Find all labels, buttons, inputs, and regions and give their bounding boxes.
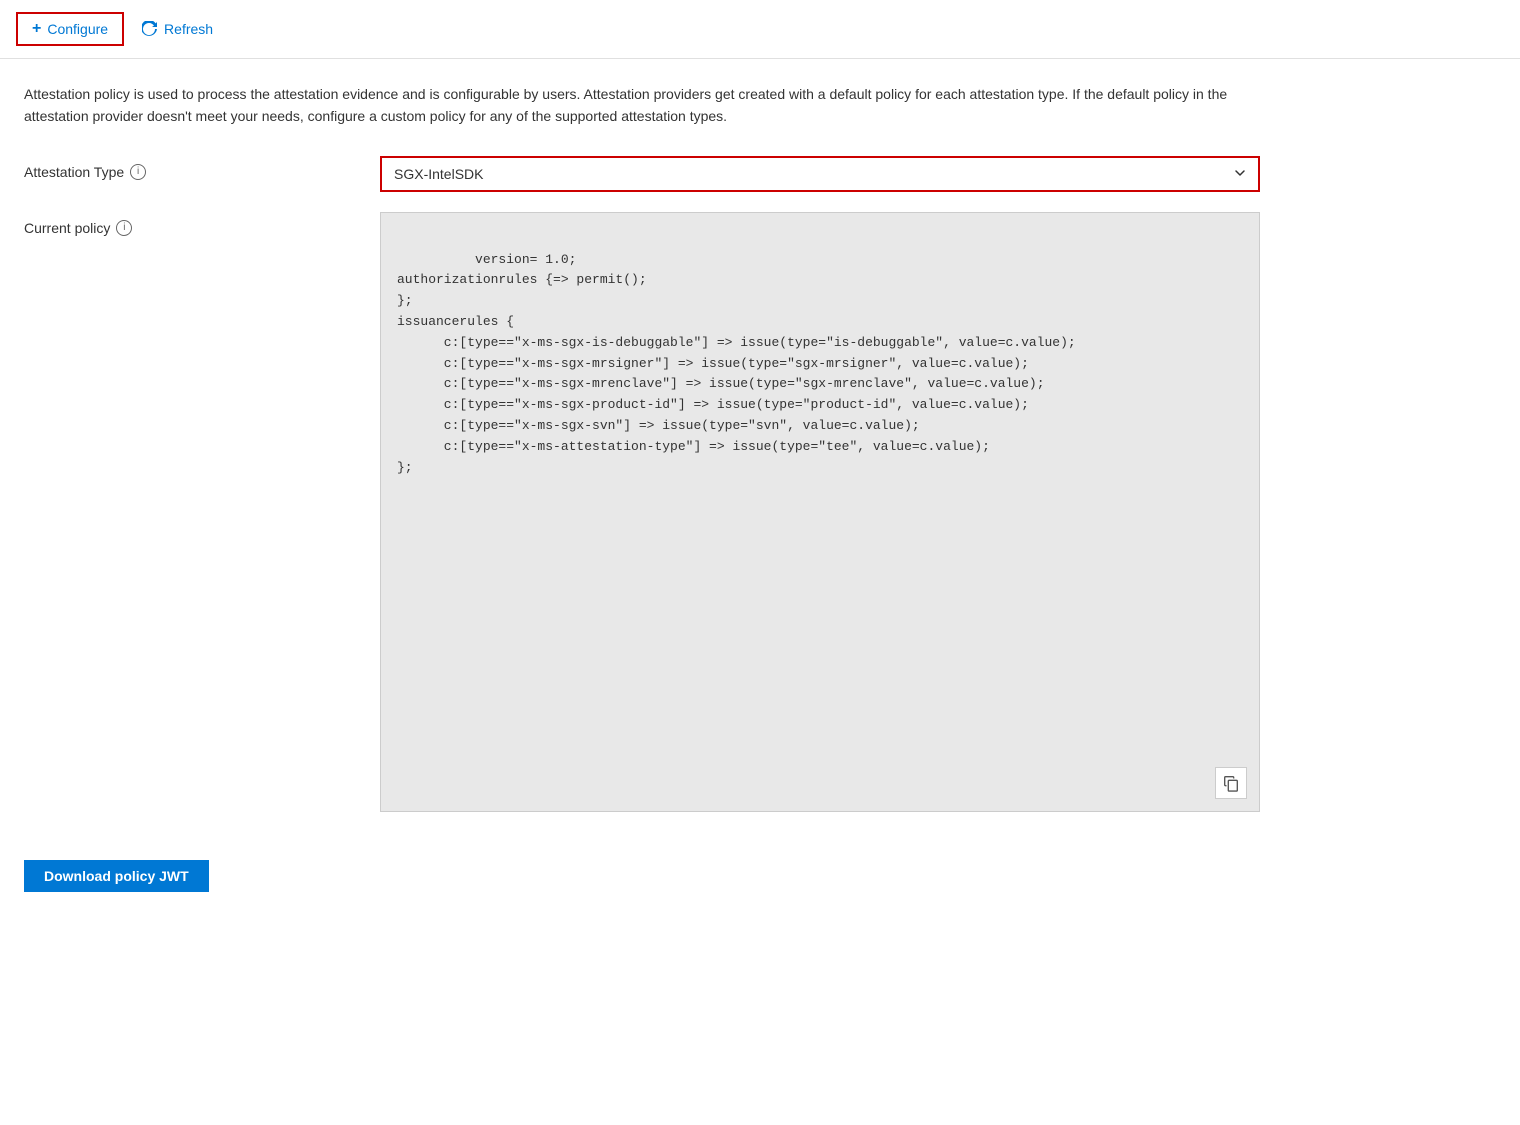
refresh-icon	[142, 21, 158, 37]
attestation-type-select[interactable]: SGX-IntelSDK SGX-OESD TPM OpenEnclave	[382, 158, 1258, 190]
current-policy-control: version= 1.0; authorizationrules {=> per…	[380, 212, 1260, 812]
policy-text: version= 1.0; authorizationrules {=> per…	[397, 252, 1076, 475]
copy-button[interactable]	[1215, 767, 1247, 799]
refresh-label: Refresh	[164, 21, 213, 37]
attestation-type-row: Attestation Type i SGX-IntelSDK SGX-OESD…	[24, 156, 1496, 192]
form-section: Attestation Type i SGX-IntelSDK SGX-OESD…	[24, 156, 1496, 812]
footer-section: Download policy JWT	[0, 836, 1520, 916]
attestation-type-select-wrapper: SGX-IntelSDK SGX-OESD TPM OpenEnclave	[380, 156, 1260, 192]
description-text: Attestation policy is used to process th…	[24, 83, 1264, 128]
configure-label: Configure	[47, 21, 108, 37]
attestation-type-label: Attestation Type i	[24, 156, 364, 180]
current-policy-row: Current policy i version= 1.0; authoriza…	[24, 212, 1496, 812]
current-policy-label: Current policy i	[24, 212, 364, 236]
policy-box: version= 1.0; authorizationrules {=> per…	[380, 212, 1260, 812]
toolbar: + Configure Refresh	[0, 0, 1520, 59]
copy-icon	[1222, 774, 1240, 792]
attestation-type-info-icon[interactable]: i	[130, 164, 146, 180]
plus-icon: +	[32, 20, 41, 38]
attestation-type-control: SGX-IntelSDK SGX-OESD TPM OpenEnclave	[380, 156, 1260, 192]
refresh-button[interactable]: Refresh	[128, 15, 227, 43]
main-content: Attestation policy is used to process th…	[0, 59, 1520, 836]
download-policy-jwt-button[interactable]: Download policy JWT	[24, 860, 209, 892]
current-policy-info-icon[interactable]: i	[116, 220, 132, 236]
configure-button[interactable]: + Configure	[16, 12, 124, 46]
